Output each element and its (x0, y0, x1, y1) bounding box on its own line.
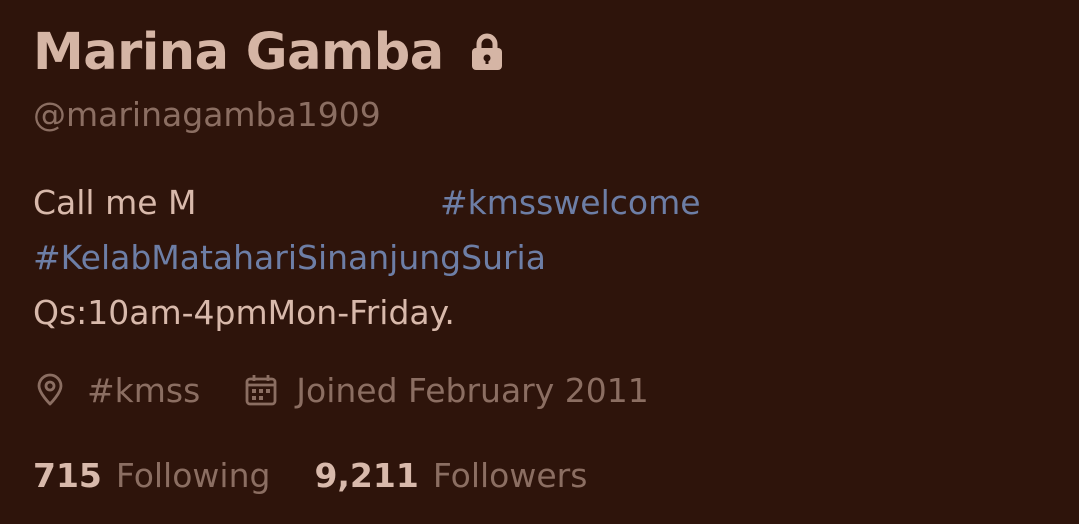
location-item: #kmss (33, 371, 200, 410)
bio-line: Call me M #kmsswelcome (33, 175, 701, 230)
location-pin-icon (33, 373, 67, 407)
calendar-icon (244, 373, 278, 407)
bio-text: Call me M (33, 183, 197, 222)
following-count: 715 (33, 455, 102, 495)
bio-text: Qs:10am-4pmMon-Friday. (33, 293, 455, 332)
location-text: #kmss (87, 370, 201, 410)
followers-link[interactable]: 9,211 Followers (314, 456, 587, 495)
joined-date: Joined February 2011 (296, 370, 649, 410)
following-label: Following (115, 455, 271, 495)
bio-line: Qs:10am-4pmMon-Friday. (33, 285, 546, 340)
following-link[interactable]: 715 Following (33, 456, 270, 495)
lock-icon (470, 32, 504, 72)
hashtag-link-kmsswelcome[interactable]: #kmsswelcome (440, 175, 701, 230)
followers-label: Followers (432, 455, 588, 495)
bio: Call me M #kmsswelcome #KelabMatahariSin… (33, 175, 701, 340)
joined-item: Joined February 2011 (244, 370, 649, 410)
followers-count: 9,211 (314, 455, 419, 495)
display-name: Marina Gamba (33, 22, 444, 82)
follow-stats: 715 Following 9,211 Followers (33, 450, 587, 500)
name-row: Marina Gamba (33, 20, 504, 84)
hashtag-link-kelabmatahari[interactable]: #KelabMatahariSinanjungSuria (33, 238, 546, 277)
profile-meta: #kmss Joined February 2011 (33, 365, 649, 415)
bio-line: #KelabMatahariSinanjungSuria (33, 230, 546, 285)
user-handle: @marinagamba1909 (33, 95, 381, 134)
